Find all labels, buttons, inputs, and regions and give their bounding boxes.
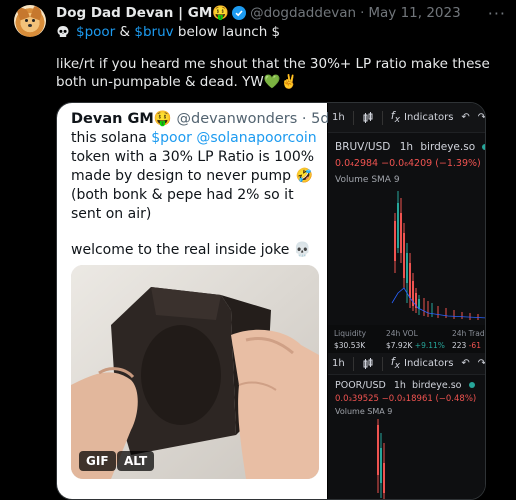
quoted-paragraph-1: this solana $poor @solanapoorcoin token … [71, 129, 321, 224]
symbol-name: BRUV/USD [335, 141, 391, 153]
chart-toolbar: 1h fx Indicators ↶ ↷ [328, 103, 485, 133]
avatar-eye-left [25, 19, 28, 22]
quoted-author-name: Devan GM🤑 [71, 111, 172, 127]
candles-icon[interactable] [362, 357, 374, 370]
quoted-tweet-screenshot: Devan GM🤑 @devanwonders · 5d this solana… [57, 103, 330, 499]
cashtag-poor[interactable]: $poor [76, 24, 115, 40]
undo-icon[interactable]: ↶ [461, 358, 469, 369]
toolbar-divider [352, 110, 354, 125]
volume-stat-line: $7.92K +9.11% [386, 341, 445, 350]
toolbar-divider [352, 356, 354, 371]
change-value: −0.0₃18961 (−0.48%) [381, 394, 477, 404]
undo-icon[interactable]: ↶ [461, 112, 469, 123]
trades-stat-line: 223 -61 [452, 341, 485, 350]
author-avatar[interactable] [14, 5, 46, 37]
wallet-gif-image [71, 265, 319, 479]
redo-icon[interactable]: ↷ [478, 358, 485, 369]
live-indicator-icon [468, 382, 475, 388]
timeframe-button[interactable]: 1h [332, 358, 345, 369]
symbol-source: birdeye.so [420, 141, 476, 153]
timeframe-button[interactable]: 1h [332, 112, 345, 123]
verified-badge-icon [232, 6, 247, 20]
cashtag-bruv[interactable]: $bruv [134, 24, 173, 40]
ampersand-text: & [115, 24, 135, 40]
volume-label: 24h VOL [386, 329, 418, 338]
indicators-button[interactable]: Indicators [404, 358, 453, 369]
bruv-price-plot [391, 191, 485, 320]
price-change-line: 0.0₄2984 −0.0₆4209 (−1.39%) [335, 158, 481, 169]
quoted-mention: @solanapoorcoin [196, 130, 317, 146]
gif-badge: GIF [79, 451, 116, 471]
volume-indicator-label: Volume SMA 9 [335, 407, 393, 416]
tweet-text: like/rt if you heard me shout that the 3… [56, 56, 490, 90]
quoted-tweet-header: Devan GM🤑 @devanwonders · 5d [71, 110, 330, 127]
indicators-button[interactable]: Indicators [404, 112, 453, 123]
symbol-name: POOR/USD [335, 380, 386, 391]
quoted-author-handle: @devanwonders [176, 111, 298, 127]
quoted-paragraph-2: welcome to the real inside joke 💀 [71, 242, 312, 258]
quoted-dot: · [297, 111, 312, 127]
fx-icon[interactable]: fx [391, 109, 400, 125]
avatar-nose [28, 24, 32, 27]
volume-value: $7.92K [386, 341, 413, 350]
liquidity-value: $30.53K [334, 341, 366, 350]
symbol-interval: 1h [399, 141, 414, 153]
volume-indicator-label: Volume SMA 9 [335, 175, 400, 185]
liquidity-label: Liquidity [334, 329, 367, 338]
line1-rest: below launch $ [173, 24, 281, 40]
token-stats-bar: Liquidity $30.53K 24h VOL $7.92K +9.11% … [328, 325, 485, 353]
tweet-first-line: $poor & $bruv below launch $ [56, 23, 280, 41]
trades-label: 24h Trad [452, 329, 485, 338]
chart-toolbar: 1h fx Indicators ↶ ↷ [328, 353, 485, 375]
author-name[interactable]: Dog Dad Devan | GM🤑 [56, 5, 229, 21]
tweet-header: Dog Dad Devan | GM🤑 @dogdaddevan · May 1… [56, 4, 461, 22]
trades-stat: 24h Trad 223 -61 [452, 329, 485, 350]
bruv-chart[interactable]: 1h fx Indicators ↶ ↷ BRUV/USD 1h birdeye… [328, 103, 485, 325]
live-indicator-icon [482, 144, 485, 150]
quoted-tweet[interactable]: Devan GM🤑 @devanwonders · 5d this solana… [56, 102, 486, 500]
separator-dot: · [360, 5, 365, 21]
quoted-tweet-body: this solana $poor @solanapoorcoin token … [71, 129, 321, 260]
redo-icon[interactable]: ↷ [478, 112, 485, 123]
symbol-interval: 1h [393, 380, 406, 391]
toolbar-divider [381, 110, 383, 125]
fx-icon[interactable]: fx [391, 355, 400, 371]
wallet-gif[interactable]: GIF ALT [71, 265, 319, 479]
price-change-line: 0.0₃39525 −0.0₃18961 (−0.48%) [335, 394, 476, 404]
tweet-date[interactable]: May 11, 2023 [368, 5, 460, 21]
more-icon[interactable]: ··· [488, 4, 506, 23]
quoted-time: 5d [311, 111, 330, 127]
liquidity-stat: Liquidity $30.53K [334, 329, 366, 350]
avatar-ear-left [16, 5, 30, 21]
chart-symbol-line: POOR/USD 1h birdeye.so [335, 380, 475, 391]
quoted-cashtag: $poor [151, 130, 192, 146]
candles-icon[interactable] [362, 111, 374, 124]
toolbar-divider [381, 356, 383, 371]
quoted-text-post: token with a 30% LP Ratio is 100% made b… [71, 149, 315, 222]
avatar-eye-right [32, 19, 35, 22]
price-value: 0.0₃39525 [335, 394, 379, 404]
change-value: −0.0₆4209 (−1.39%) [381, 158, 481, 169]
author-handle[interactable]: @dogdaddevan [250, 5, 356, 21]
trades-change: -61 [468, 341, 481, 350]
volume-stat: 24h VOL $7.92K +9.11% [386, 329, 445, 350]
skull-icon [57, 26, 69, 37]
poor-price-plot [377, 419, 385, 499]
price-value: 0.0₄2984 [335, 158, 379, 169]
quoted-text-pre: this solana [71, 130, 152, 146]
volume-change: +9.11% [414, 341, 445, 350]
symbol-source: birdeye.so [411, 380, 462, 391]
alt-badge[interactable]: ALT [117, 451, 155, 471]
poor-chart[interactable]: 1h fx Indicators ↶ ↷ POOR/USD 1h birdeye… [328, 353, 485, 499]
chart-symbol-line: BRUV/USD 1h birdeye.so [335, 141, 485, 153]
trades-value: 223 [452, 341, 467, 350]
